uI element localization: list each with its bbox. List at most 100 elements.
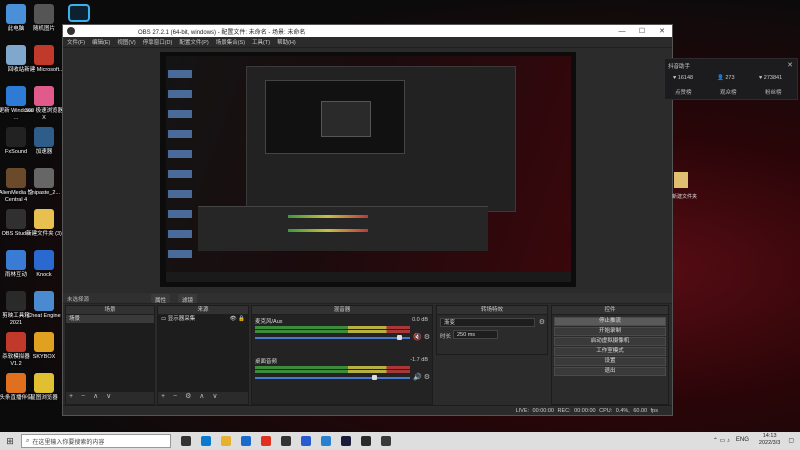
obs-taskbar-icon[interactable] bbox=[381, 436, 391, 446]
app-icon bbox=[6, 168, 26, 188]
desktop-icon[interactable]: 360 极速浏览器X bbox=[24, 86, 64, 121]
desktop-icon[interactable]: SKYBOX bbox=[24, 332, 64, 361]
sources-footer-buttons[interactable]: + − ⚙ ∧ ∨ bbox=[158, 392, 248, 404]
menu-item[interactable]: 停靠窗口(D) bbox=[143, 38, 173, 46]
file-explorer-icon[interactable] bbox=[221, 436, 231, 446]
obs-logo-icon bbox=[67, 27, 75, 35]
menu-item[interactable]: 文件(F) bbox=[67, 38, 85, 46]
volume-slider[interactable] bbox=[255, 377, 410, 379]
menu-item[interactable]: 工具(T) bbox=[252, 38, 270, 46]
desktop-icon[interactable]: Cheat Engine bbox=[24, 291, 64, 320]
windows-start-icon[interactable]: ⊞ bbox=[3, 432, 17, 450]
search-icon: ⌕ bbox=[26, 437, 30, 444]
title-bar: OBS 27.2.1 (64-bit, windows) - 配置文件: 未命名… bbox=[63, 25, 672, 37]
edge-icon[interactable] bbox=[201, 436, 211, 446]
app-icon[interactable] bbox=[321, 436, 331, 446]
scenes-footer-buttons[interactable]: + − ∧ ∨ bbox=[66, 392, 154, 404]
language-indicator[interactable]: ENG bbox=[736, 437, 749, 443]
studio-mode-button[interactable]: 工作室模式 bbox=[554, 347, 666, 356]
fans-stat: ♥ 273841 bbox=[759, 75, 783, 81]
start-recording-button[interactable]: 开始录制 bbox=[554, 327, 666, 336]
widget-title: 抖音助手 bbox=[668, 64, 691, 70]
volume-slider[interactable] bbox=[255, 337, 410, 339]
scenes-list: 场景 bbox=[66, 315, 154, 392]
menu-item[interactable]: 视图(V) bbox=[117, 38, 135, 46]
gear-icon[interactable]: ⚙ bbox=[424, 373, 430, 381]
stop-streaming-button[interactable]: 停止推流 bbox=[554, 317, 666, 326]
volume-slider-knob[interactable] bbox=[397, 335, 402, 340]
app-icon bbox=[6, 332, 26, 352]
store-icon[interactable] bbox=[241, 436, 251, 446]
desktop-icon-label: 此电脑 bbox=[7, 26, 25, 32]
app-icon[interactable] bbox=[261, 436, 271, 446]
desktop-icon[interactable]: 随机图片 bbox=[24, 4, 64, 33]
speaker-icon[interactable]: 🔊 bbox=[413, 373, 422, 381]
steam-icon[interactable] bbox=[341, 436, 351, 446]
minimize-button[interactable]: — bbox=[612, 28, 632, 35]
tab-viewers[interactable]: 观众榜 bbox=[720, 88, 737, 96]
properties-button[interactable]: 属性 bbox=[151, 294, 171, 304]
taskbar-search-box[interactable]: ⌕ 在这里输入你要搜索的内容 bbox=[21, 434, 171, 448]
gear-icon[interactable]: ⚙ bbox=[539, 318, 545, 326]
transitions-panel: 转场特效 渐变 ⚙ 时长 250 ms bbox=[436, 305, 548, 355]
sources-title: 来源 bbox=[158, 306, 248, 315]
desktop-icon[interactable]: Knock bbox=[24, 250, 64, 279]
app-icon[interactable] bbox=[361, 436, 371, 446]
clock-time: 14:13 bbox=[762, 433, 777, 439]
douyin-assistant-widget: 抖音助手 ✕ ♥ 16148 👤 273 ♥ 273841 点赞榜 观众榜 粉丝… bbox=[664, 58, 798, 100]
volume-meter bbox=[255, 330, 410, 333]
search-placeholder: 在这里输入你要搜索的内容 bbox=[32, 439, 105, 446]
system-tray: ⌃ ▭ ♪ ENG 14:13 2022/3/3 ▢ bbox=[713, 433, 794, 447]
close-button[interactable]: ✕ bbox=[652, 27, 672, 35]
notification-icon[interactable]: ▢ bbox=[788, 437, 794, 444]
desktop-icon[interactable]: 新建 Microsoft... bbox=[24, 45, 64, 74]
controls-title: 控件 bbox=[552, 306, 668, 315]
desktop-icon-label: 加速器 bbox=[35, 149, 53, 155]
menu-item[interactable]: 帮助(H) bbox=[277, 38, 296, 46]
task-view-icon[interactable] bbox=[181, 436, 191, 446]
app-icon[interactable] bbox=[301, 436, 311, 446]
desktop-icon[interactable]: 加速器 bbox=[24, 127, 64, 156]
nested-meter bbox=[288, 229, 368, 232]
filters-button[interactable]: 滤镜 bbox=[178, 294, 198, 304]
mute-speaker-icon[interactable]: 🔇 bbox=[413, 333, 422, 341]
desktop-icon[interactable]: Snipaste_2... bbox=[24, 168, 64, 197]
visibility-eye-icon[interactable]: 👁 🔒 bbox=[230, 315, 245, 323]
sources-panel: 来源 ▭ 显示器采集 👁 🔒 + − ⚙ ∧ ∨ bbox=[157, 305, 249, 405]
scene-item[interactable]: 场景 bbox=[66, 315, 154, 323]
gear-icon[interactable]: ⚙ bbox=[424, 333, 430, 341]
duration-input[interactable]: 250 ms bbox=[453, 330, 498, 339]
tab-fans[interactable]: 粉丝榜 bbox=[765, 88, 782, 96]
nested-taskbar bbox=[166, 272, 571, 282]
desktop-icon[interactable]: 新建文件夹 (3) bbox=[24, 209, 64, 238]
menu-item[interactable]: 配置文件(P) bbox=[179, 38, 208, 46]
tab-likes[interactable]: 点赞榜 bbox=[675, 88, 692, 96]
program-preview[interactable] bbox=[160, 52, 576, 287]
mixer-panel: 混音器 麦克风/Aux 0.0 dB 🔇 ⚙ 桌面音频 -1.7 dB 🔊 ⚙ bbox=[251, 305, 433, 405]
track-name: 麦克风/Aux bbox=[255, 319, 283, 325]
start-virtual-camera-button[interactable]: 启动虚拟摄像机 bbox=[554, 337, 666, 346]
tray-icons[interactable]: ⌃ ▭ ♪ bbox=[713, 437, 730, 444]
desktop-icon[interactable]: 星图浏览器 bbox=[24, 373, 64, 402]
exit-button[interactable]: 退出 bbox=[554, 367, 666, 376]
transition-select[interactable]: 渐变 bbox=[440, 318, 535, 327]
no-source-label: 未选择源 bbox=[67, 297, 90, 303]
menu-item[interactable]: 场景集合(S) bbox=[216, 38, 245, 46]
menu-item[interactable]: 编辑(E) bbox=[92, 38, 110, 46]
folder-icon[interactable] bbox=[674, 172, 688, 188]
obs-taskbar-shortcut-icon[interactable] bbox=[68, 4, 90, 22]
maximize-button[interactable]: ☐ bbox=[632, 27, 652, 35]
app-icon bbox=[34, 373, 54, 393]
volume-slider-knob[interactable] bbox=[372, 375, 377, 380]
settings-button[interactable]: 设置 bbox=[554, 357, 666, 366]
app-icon[interactable] bbox=[281, 436, 291, 446]
desktop-icon-label: 新建 Microsoft... bbox=[24, 67, 64, 73]
close-icon[interactable]: ✕ bbox=[787, 61, 793, 69]
window-title: OBS 27.2.1 (64-bit, windows) - 配置文件: 未命名… bbox=[138, 29, 306, 36]
viewers-stat: 👤 273 bbox=[717, 75, 735, 81]
desktop-icon-label: 星图浏览器 bbox=[30, 395, 58, 401]
source-item[interactable]: ▭ 显示器采集 👁 🔒 bbox=[158, 315, 248, 323]
clock[interactable]: 14:13 2022/3/3 bbox=[759, 433, 780, 447]
taskbar: ⊞ ⌕ 在这里输入你要搜索的内容 ⌃ ▭ ♪ ENG 14:13 2022/3/… bbox=[0, 432, 800, 450]
desktop-icon-label: 回收站 bbox=[7, 67, 25, 73]
